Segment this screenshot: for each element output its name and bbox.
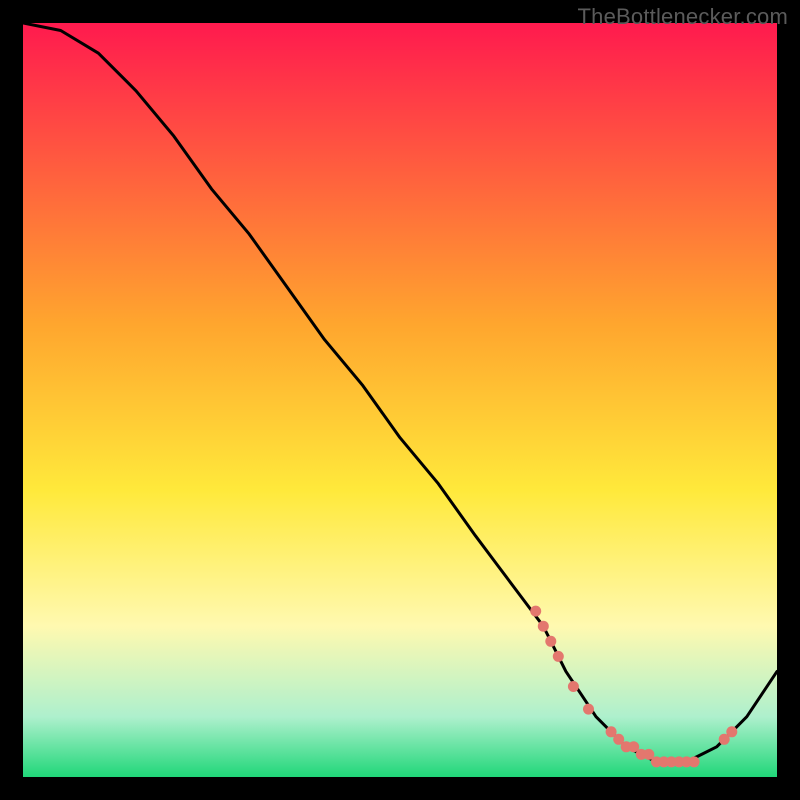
chart-frame: TheBottlenecker.com bbox=[0, 0, 800, 800]
data-marker bbox=[545, 636, 556, 647]
data-marker bbox=[689, 756, 700, 767]
data-marker bbox=[553, 651, 564, 662]
marker-group bbox=[530, 606, 737, 768]
data-marker bbox=[538, 621, 549, 632]
plot-svg bbox=[23, 23, 777, 777]
data-marker bbox=[530, 606, 541, 617]
watermark-text: TheBottlenecker.com bbox=[578, 4, 788, 30]
bottleneck-curve bbox=[23, 23, 777, 762]
data-marker bbox=[726, 726, 737, 737]
data-marker bbox=[568, 681, 579, 692]
data-marker bbox=[583, 704, 594, 715]
